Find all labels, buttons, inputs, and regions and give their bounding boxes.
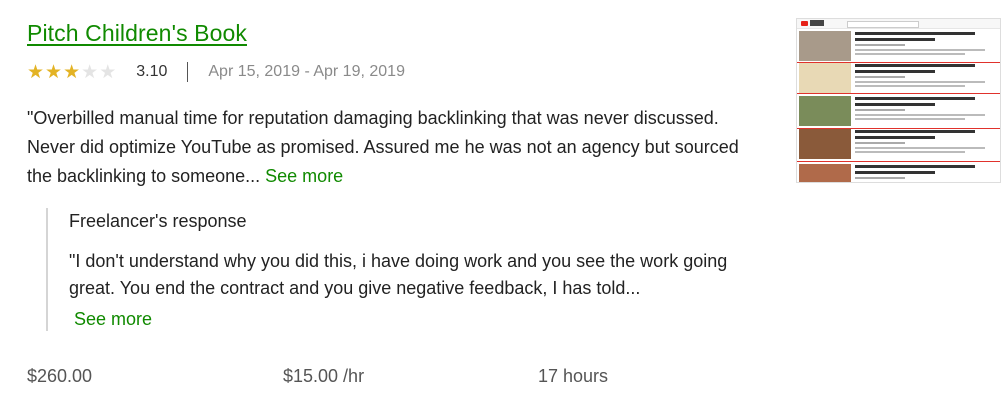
hourly-rate: $15.00 /hr: [283, 366, 365, 386]
star-icon: ★: [27, 61, 45, 83]
client-review: "Overbilled manual time for reputation d…: [27, 104, 747, 191]
review-see-more-link[interactable]: See more: [265, 166, 343, 186]
youtube-header: [797, 19, 1000, 29]
date-range: Apr 15, 2019 - Apr 19, 2019: [208, 63, 405, 80]
hours-worked: 17 hours: [538, 366, 609, 386]
response-see-more-link[interactable]: See more: [74, 306, 759, 333]
star-icon: ★: [99, 61, 117, 83]
video-result-highlighted: [797, 128, 1000, 162]
star-rating: ★ ★ ★ ★ ★: [27, 63, 116, 82]
response-heading: Freelancer's response: [69, 211, 247, 231]
job-meta-row: ★ ★ ★ ★ ★ 3.10 Apr 15, 2019 - Apr 19, 20…: [27, 60, 405, 84]
youtube-logo-icon: [801, 21, 808, 26]
portfolio-thumbnail[interactable]: [796, 18, 1001, 183]
star-icon: ★: [63, 61, 81, 83]
freelancer-response: Freelancer's response "I don't understan…: [46, 208, 758, 331]
video-result-highlighted: [797, 62, 1000, 94]
rating-value: 3.10: [136, 63, 168, 80]
job-title-link[interactable]: Pitch Children's Book: [27, 20, 247, 47]
star-icon: ★: [45, 61, 63, 83]
divider: [187, 62, 189, 82]
response-body: "I don't understand why you did this, i …: [69, 248, 759, 333]
youtube-wordmark: [810, 20, 824, 26]
star-icon: ★: [81, 61, 99, 83]
total-earned: $260.00: [27, 366, 93, 386]
response-text: "I don't understand why you did this, i …: [69, 251, 728, 298]
review-text: "Overbilled manual time for reputation d…: [27, 108, 739, 186]
search-input: [847, 21, 919, 28]
